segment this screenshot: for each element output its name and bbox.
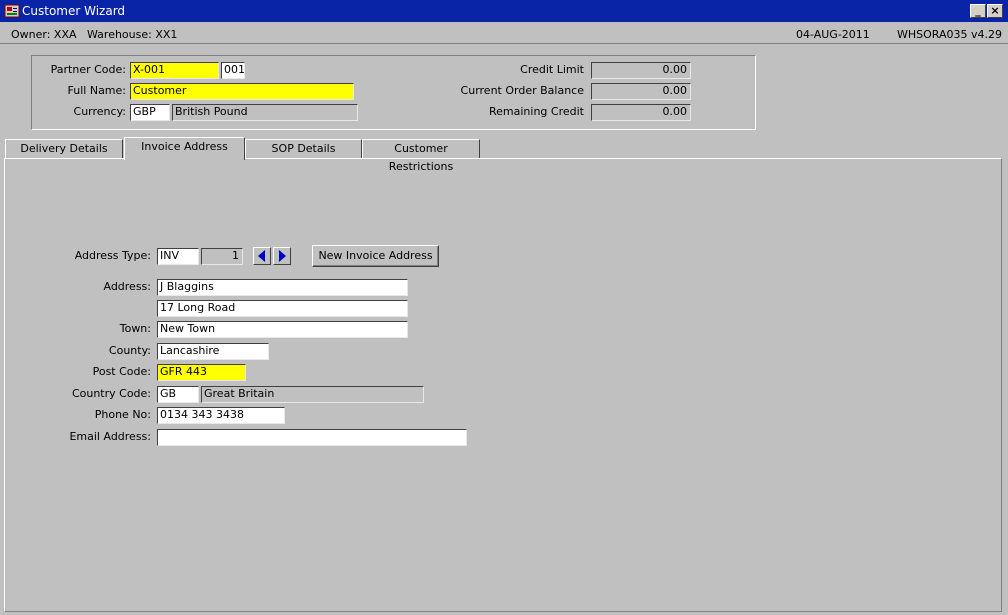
tab-invoice-address[interactable]: Invoice Address: [124, 137, 245, 160]
phone-label: Phone No:: [94, 408, 151, 421]
town-label: Town:: [119, 322, 151, 335]
currency-code-field[interactable]: GBP: [130, 104, 170, 121]
post-code-field[interactable]: GFR 443: [157, 364, 246, 381]
date-text: 04-AUG-2011: [796, 28, 870, 41]
full-name-field[interactable]: Customer: [130, 83, 354, 100]
close-button[interactable]: ×: [987, 4, 1003, 18]
address-label: Address:: [103, 280, 151, 293]
email-field[interactable]: [157, 429, 467, 446]
owner-text: Owner: XXA: [11, 28, 77, 41]
currency-name-field: British Pound: [172, 104, 358, 121]
credit-limit-label: Credit Limit: [520, 63, 584, 76]
country-code-field[interactable]: GB: [157, 386, 199, 403]
next-address-button[interactable]: [273, 247, 291, 265]
app-icon: [4, 3, 20, 19]
email-label: Email Address:: [69, 430, 151, 443]
address-line1-field[interactable]: J Blaggins: [157, 279, 408, 296]
prev-address-button[interactable]: [253, 247, 271, 265]
partner-suffix-field[interactable]: 001: [221, 62, 245, 79]
remaining-credit-field: 0.00: [591, 104, 691, 121]
credit-limit-field: 0.00: [591, 62, 691, 79]
version-text: WHSORA035 v4.29: [897, 28, 1003, 41]
tab-sop-details[interactable]: SOP Details: [245, 139, 362, 159]
window-title: Customer Wizard: [22, 4, 126, 18]
invoice-address-panel: Address Type: INV 1 New Invoice Address …: [4, 158, 1002, 612]
address-type-field[interactable]: INV: [157, 248, 199, 265]
post-code-label: Post Code:: [92, 365, 151, 378]
status-bar: Owner: XXA Warehouse: XX1 04-AUG-2011 WH…: [0, 22, 1008, 44]
country-name-field: Great Britain: [201, 386, 424, 403]
customer-header-panel: Partner Code: X-001 001 Full Name: Custo…: [31, 55, 756, 130]
address-line2-field[interactable]: 17 Long Road: [157, 300, 408, 317]
arrow-left-icon: [258, 250, 265, 262]
new-invoice-address-button[interactable]: New Invoice Address: [312, 245, 439, 267]
warehouse-text: Warehouse: XX1: [87, 28, 178, 41]
current-order-balance-field: 0.00: [591, 83, 691, 100]
tab-bar: Delivery Details Invoice Address SOP Det…: [4, 137, 1004, 173]
full-name-label: Full Name:: [67, 84, 126, 97]
current-order-balance-label: Current Order Balance: [460, 84, 584, 97]
minimize-button[interactable]: _: [970, 4, 986, 18]
address-type-label: Address Type:: [74, 249, 151, 262]
partner-code-field[interactable]: X-001: [130, 62, 219, 79]
address-index-field: 1: [201, 248, 243, 265]
phone-field[interactable]: 0134 343 3438: [157, 407, 285, 424]
partner-code-label: Partner Code:: [50, 63, 126, 76]
country-code-label: Country Code:: [71, 387, 151, 400]
tab-customer-restrictions[interactable]: Customer Restrictions: [362, 139, 480, 173]
town-field[interactable]: New Town: [157, 321, 408, 338]
county-label: County:: [108, 344, 151, 357]
arrow-right-icon: [279, 250, 286, 262]
tab-delivery-details[interactable]: Delivery Details: [5, 139, 123, 159]
currency-label: Currency:: [73, 105, 126, 118]
remaining-credit-label: Remaining Credit: [489, 105, 584, 118]
county-field[interactable]: Lancashire: [157, 343, 269, 360]
title-bar: Customer Wizard _ ×: [0, 0, 1008, 22]
